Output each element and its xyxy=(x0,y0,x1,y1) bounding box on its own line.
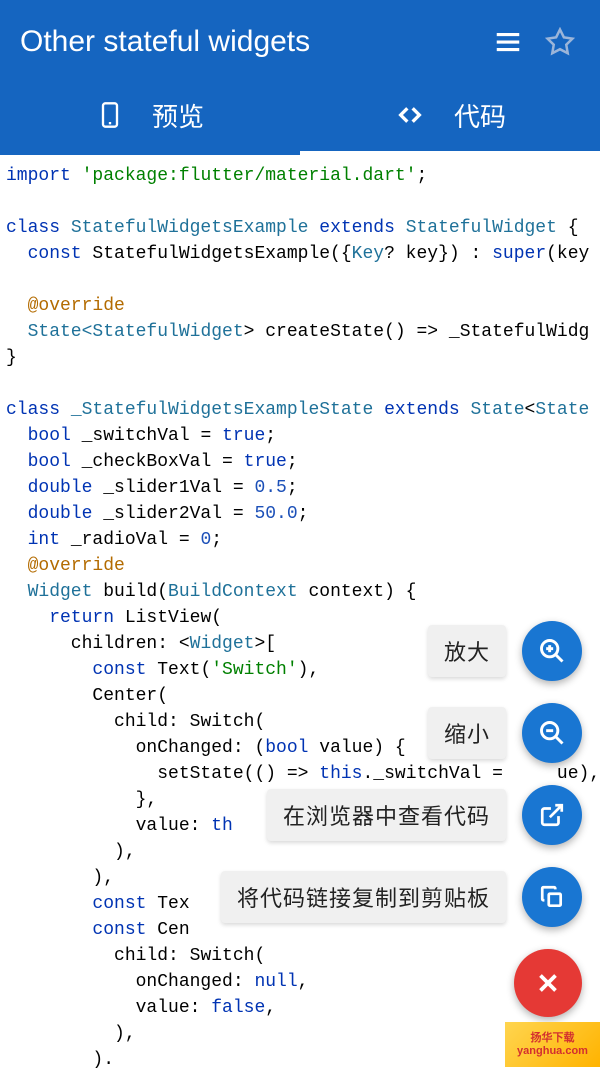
title-bar: Other stateful widgets xyxy=(0,0,600,75)
fab-browser-label: 在浏览器中查看代码 xyxy=(267,789,506,841)
fab-zoom-in-label: 放大 xyxy=(428,625,506,677)
tab-code-label: 代码 xyxy=(454,97,506,134)
page-title: Other stateful widgets xyxy=(20,25,476,59)
zoom-in-button[interactable] xyxy=(522,621,582,681)
fab-copy-label: 将代码链接复制到剪贴板 xyxy=(221,871,506,923)
tab-bar: 预览 代码 xyxy=(0,75,600,155)
tab-code[interactable]: 代码 xyxy=(300,75,600,155)
tab-preview-label: 预览 xyxy=(152,97,204,134)
fab-zoom-out-row: 缩小 xyxy=(428,703,582,763)
copy-link-button[interactable] xyxy=(522,867,582,927)
watermark: 扬华下载 yanghua.com xyxy=(505,1022,600,1067)
star-icon[interactable] xyxy=(540,22,580,62)
menu-icon[interactable] xyxy=(488,22,528,62)
fab-close-row xyxy=(514,949,582,1017)
fab-browser-row: 在浏览器中查看代码 xyxy=(267,785,582,845)
fab-copy-row: 将代码链接复制到剪贴板 xyxy=(221,867,582,927)
app-header: Other stateful widgets 预览 代码 xyxy=(0,0,600,155)
fab-zoom-in-row: 放大 xyxy=(428,621,582,681)
zoom-out-button[interactable] xyxy=(522,703,582,763)
close-fab-button[interactable] xyxy=(514,949,582,1017)
open-in-browser-button[interactable] xyxy=(522,785,582,845)
tab-preview[interactable]: 预览 xyxy=(0,75,300,155)
fab-zoom-out-label: 缩小 xyxy=(428,707,506,759)
fab-menu: 放大 缩小 在浏览器中查看代码 将代码链接复制到剪贴板 xyxy=(221,621,582,1017)
